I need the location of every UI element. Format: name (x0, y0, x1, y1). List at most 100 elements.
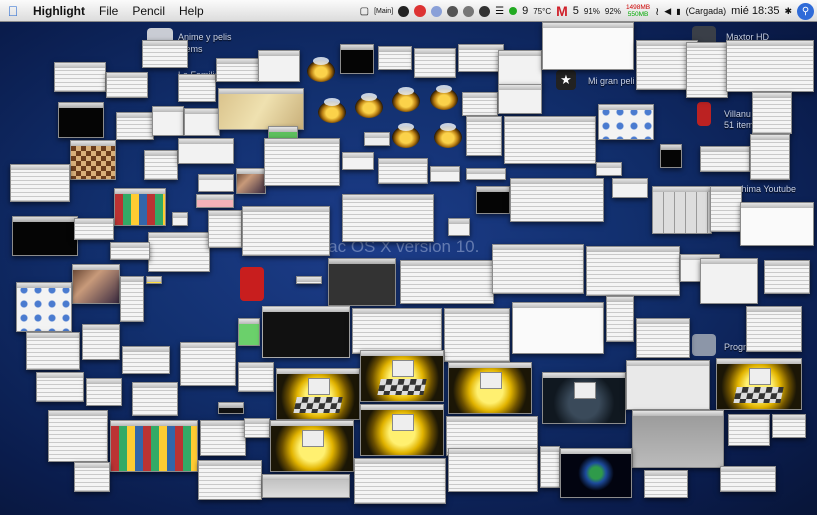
window-thumbnail[interactable] (586, 246, 680, 296)
window-thumbnail[interactable] (74, 462, 110, 492)
window-thumbnail[interactable] (216, 58, 260, 82)
window-thumbnail[interactable] (172, 212, 188, 226)
window-thumbnail[interactable] (378, 158, 428, 184)
finder-window-thumbnail[interactable] (598, 104, 654, 140)
window-thumbnail[interactable] (726, 40, 814, 92)
window-thumbnail[interactable] (86, 378, 122, 406)
map-window-thumbnail[interactable] (218, 88, 304, 130)
mail-count[interactable]: 5 (573, 5, 579, 17)
window-thumbnail[interactable] (82, 324, 120, 360)
volume-icon[interactable]: ◀ (664, 6, 671, 17)
desktop-label-youtube[interactable]: shima Youtube (737, 184, 796, 194)
window-thumbnail[interactable] (686, 42, 728, 98)
bluetooth-icon[interactable]: ✱ (784, 6, 792, 17)
app-menu[interactable]: Highlight (26, 4, 92, 18)
bee-icon[interactable] (430, 85, 458, 110)
window-thumbnail[interactable] (48, 410, 108, 462)
window-thumbnail[interactable] (542, 22, 634, 70)
window-thumbnail[interactable] (258, 50, 300, 82)
window-thumbnail[interactable] (178, 138, 234, 164)
search-magnifier-icon[interactable] (431, 5, 443, 17)
window-thumbnail[interactable] (296, 276, 322, 284)
clock[interactable]: mié 18:35 (731, 5, 779, 17)
window-thumbnail[interactable] (264, 138, 340, 186)
window-thumbnail[interactable] (178, 74, 216, 102)
window-thumbnail[interactable] (208, 210, 242, 248)
user-icon[interactable] (398, 5, 410, 17)
gear-icon[interactable] (447, 5, 459, 17)
window-thumbnail[interactable] (728, 414, 770, 446)
window-thumbnail[interactable] (596, 162, 622, 176)
window-thumbnail[interactable] (132, 382, 178, 416)
window-thumbnail[interactable] (184, 108, 220, 136)
window-thumbnail[interactable] (106, 72, 148, 98)
media-window-thumbnail[interactable] (328, 258, 396, 306)
window-thumbnail[interactable] (342, 152, 374, 170)
bee-icon[interactable] (434, 123, 462, 148)
battery-icon[interactable]: ▮ (676, 7, 680, 16)
bee-icon[interactable] (392, 123, 420, 148)
window-thumbnail[interactable] (148, 232, 210, 272)
window-thumbnail[interactable] (74, 218, 114, 240)
window-thumbnail[interactable] (644, 470, 688, 498)
window-thumbnail[interactable] (492, 244, 584, 294)
finder-window-thumbnail[interactable] (16, 282, 72, 332)
window-thumbnail[interactable] (198, 460, 262, 500)
photo-window-thumbnail[interactable] (236, 168, 266, 194)
menu-file[interactable]: File (92, 4, 125, 18)
bee-icon[interactable] (392, 87, 420, 112)
spotlight-icon[interactable]: ⚲ (797, 2, 814, 20)
game-window-thumbnail[interactable] (360, 404, 444, 456)
window-thumbnail[interactable] (700, 258, 758, 304)
window-thumbnail[interactable] (540, 446, 560, 488)
window-thumbnail[interactable] (122, 346, 170, 374)
bee-icon[interactable] (307, 57, 335, 82)
window-thumbnail[interactable] (400, 260, 494, 304)
window-thumbnail[interactable] (750, 134, 790, 180)
window-thumbnail[interactable] (200, 420, 246, 456)
menu-pencil[interactable]: Pencil (125, 4, 172, 18)
window-thumbnail[interactable] (498, 84, 542, 114)
window-thumbnail[interactable] (180, 342, 236, 386)
video-window-thumbnail[interactable] (340, 44, 374, 74)
window-thumbnail[interactable] (198, 174, 234, 192)
bee-icon[interactable] (318, 98, 346, 123)
window-thumbnail[interactable] (10, 164, 70, 202)
game-window-thumbnail[interactable] (716, 358, 802, 410)
window-thumbnail[interactable] (752, 92, 792, 134)
ipod-icon[interactable] (697, 102, 711, 126)
window-thumbnail[interactable] (352, 308, 442, 354)
window-thumbnail[interactable] (110, 242, 150, 260)
window-thumbnail[interactable] (116, 112, 154, 140)
desktop-label-villanu[interactable]: Villanu (724, 109, 751, 119)
window-thumbnail[interactable] (636, 318, 690, 358)
window-thumbnail[interactable] (120, 276, 144, 322)
folder-icon[interactable] (692, 334, 716, 356)
photo-window-thumbnail[interactable] (72, 264, 120, 304)
window-thumbnail[interactable] (504, 116, 596, 164)
video-window-thumbnail[interactable] (476, 186, 510, 214)
window-thumbnail[interactable] (244, 418, 270, 438)
window-thumbnail[interactable] (606, 296, 634, 342)
apple-menu-icon[interactable]:  (0, 3, 26, 19)
temp-count[interactable]: 9 (522, 5, 528, 17)
screen-icon[interactable]: ▢ (360, 6, 369, 17)
bars-icon[interactable]: ☰ (495, 6, 504, 17)
game-window-thumbnail[interactable] (270, 420, 354, 472)
window-thumbnail[interactable] (54, 62, 106, 92)
terminal-window-thumbnail[interactable] (58, 102, 104, 138)
game-window-thumbnail[interactable] (448, 362, 532, 414)
window-thumbnail[interactable] (512, 302, 604, 354)
battery-status[interactable]: (Cargada) (686, 6, 727, 16)
window-thumbnail[interactable] (510, 178, 604, 222)
superman-icon[interactable] (240, 267, 264, 301)
window-thumbnail[interactable] (430, 166, 460, 182)
window-thumbnail[interactable] (466, 168, 506, 180)
window-thumbnail[interactable] (710, 186, 742, 232)
window-thumbnail[interactable] (652, 186, 712, 234)
covers-window-thumbnail[interactable] (114, 188, 166, 226)
window-thumbnail[interactable] (36, 372, 84, 402)
target-icon[interactable] (479, 5, 491, 17)
desktop-label-gran-peli[interactable]: Mi gran peli (588, 76, 635, 86)
game-window-thumbnail[interactable] (360, 350, 444, 402)
